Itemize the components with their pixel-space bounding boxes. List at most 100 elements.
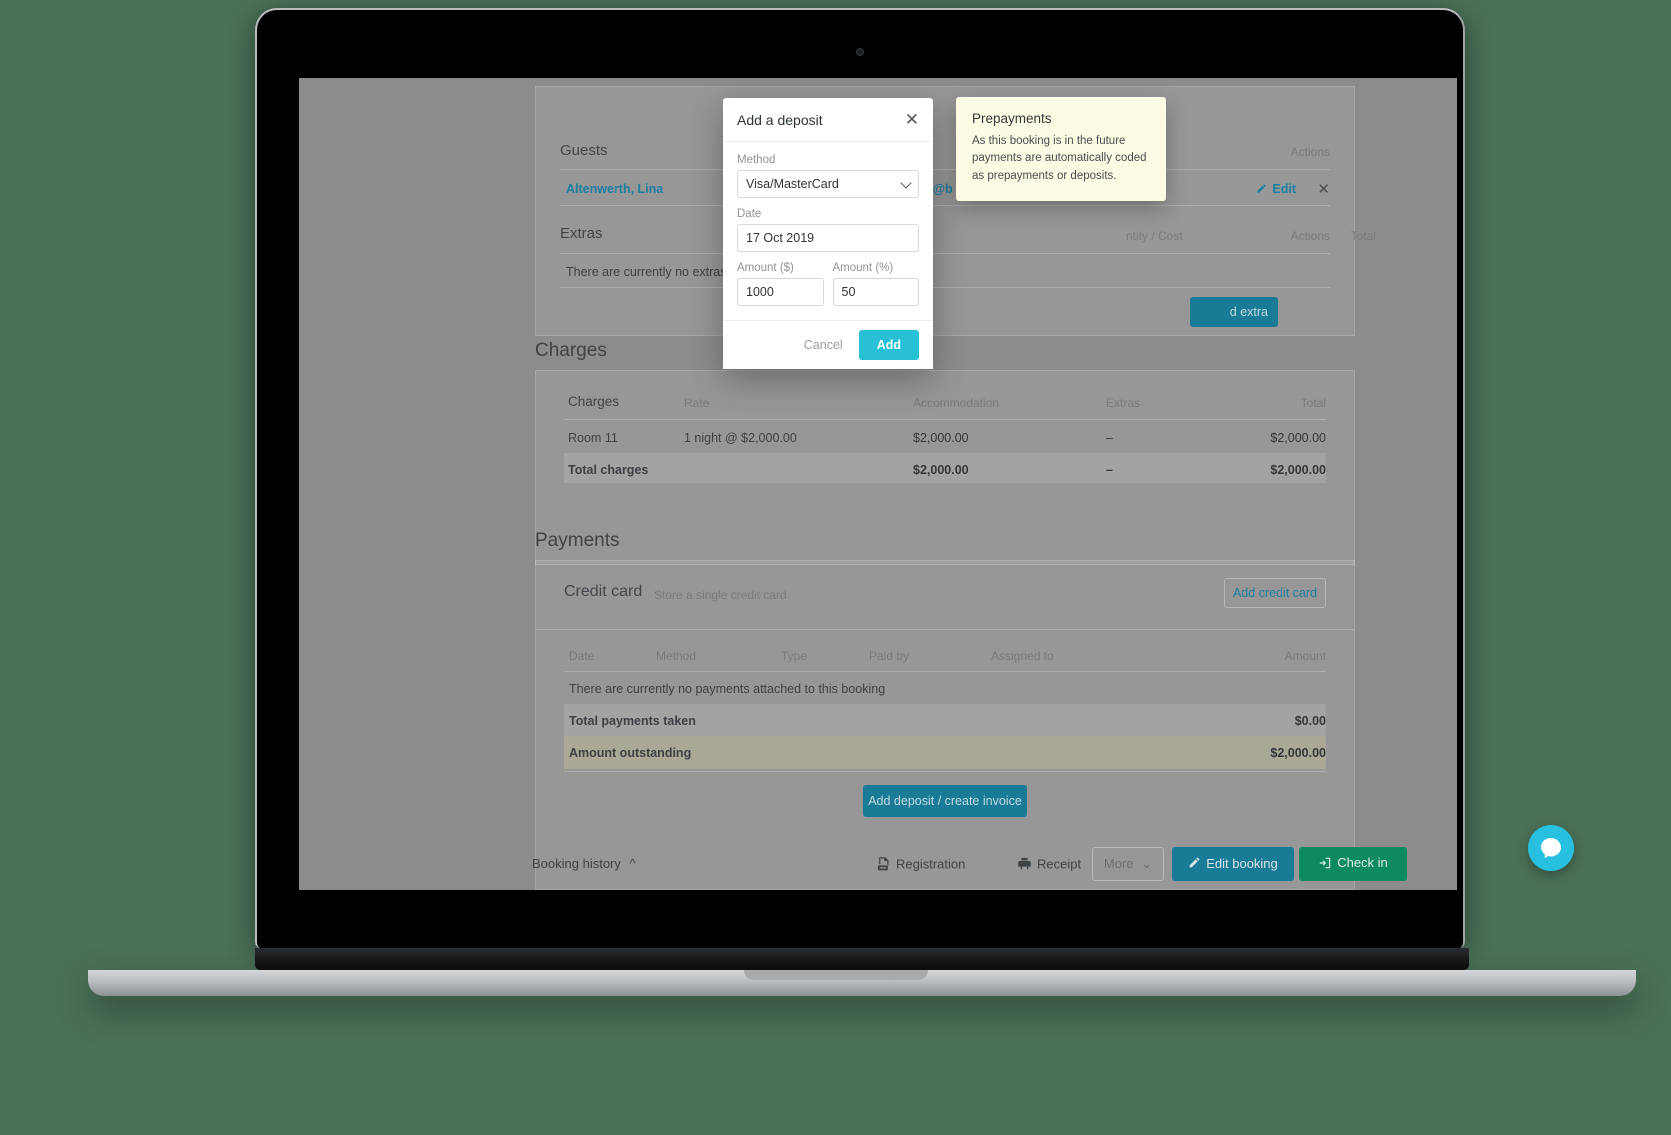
amount-dollar-group: Amount ($) 1000 xyxy=(737,262,824,306)
payments-col-paidby: Paid by xyxy=(869,649,910,663)
intercom-launcher-button[interactable] xyxy=(1528,825,1574,871)
charges-section-title: Charges xyxy=(535,340,607,361)
amount-percent-label: Amount (%) xyxy=(832,262,894,274)
add-extra-button[interactable]: d extra xyxy=(1190,297,1278,327)
prepayments-tooltip: Prepayments As this booking is in the fu… xyxy=(956,97,1166,201)
method-field-group: Method Visa/MasterCard xyxy=(737,154,919,198)
payments-empty-message: There are currently no payments attached… xyxy=(569,682,886,696)
guests-heading: Guests xyxy=(560,142,608,159)
divider xyxy=(560,287,1330,288)
check-in-label: Check in xyxy=(1337,855,1388,871)
booking-history-toggle[interactable]: Booking history ^ xyxy=(532,856,636,871)
amount-percent-group: Amount (%) 50 xyxy=(832,262,919,306)
charge-rate: 1 night @ $2,000.00 xyxy=(684,431,797,445)
date-label: Date xyxy=(737,208,762,220)
add-credit-card-button[interactable]: Add credit card xyxy=(1224,578,1326,608)
date-input[interactable]: 17 Oct 2019 xyxy=(737,224,919,252)
guests-extras-card: Guests Actions Altenwerth, Lina th@b Edi… xyxy=(535,86,1376,336)
chevron-down-icon: ⌄ xyxy=(1141,856,1153,871)
webcam-icon xyxy=(856,48,864,56)
guest-edit-button[interactable]: Edit xyxy=(1256,182,1296,197)
total-charges-extras: – xyxy=(1106,463,1113,477)
add-deposit-modal: Add a deposit ✕ Method Visa/MasterCard D… xyxy=(723,98,933,369)
payments-col-type: Type xyxy=(781,649,808,663)
guests-actions-header: Actions xyxy=(1290,145,1330,159)
payments-col-assignedto: Assigned to xyxy=(991,649,1054,663)
registration-button[interactable]: Registration xyxy=(876,856,965,874)
credit-card-subtitle: Store a single credit card xyxy=(654,588,787,602)
extras-quantity-cost-header: ntity / Cost xyxy=(1126,229,1183,243)
divider xyxy=(564,771,1326,772)
payments-section-title: Payments xyxy=(535,530,620,551)
add-button[interactable]: Add xyxy=(858,330,919,360)
method-label: Method xyxy=(737,154,776,166)
amount-dollar-label: Amount ($) xyxy=(737,262,794,274)
total-charges-total: $2,000.00 xyxy=(1270,463,1326,477)
amount-percent-input[interactable]: 50 xyxy=(832,278,919,306)
chevron-up-icon: ^ xyxy=(629,856,636,871)
check-in-button[interactable]: Check in xyxy=(1299,847,1407,881)
registration-label: Registration xyxy=(896,856,966,872)
pencil-icon xyxy=(1256,183,1267,197)
extras-heading: Extras xyxy=(560,225,603,242)
charges-card: Charges Rate Accommodation Extras Total … xyxy=(535,370,1355,565)
payments-col-date: Date xyxy=(569,649,595,663)
more-label: More xyxy=(1103,856,1134,871)
charges-col-rate: Rate xyxy=(684,396,710,410)
extras-actions-header: Actions xyxy=(1290,229,1330,243)
charge-accommodation: $2,000.00 xyxy=(913,431,969,445)
guest-remove-icon[interactable]: ✕ xyxy=(1317,180,1330,198)
divider xyxy=(536,629,1354,630)
close-icon[interactable]: ✕ xyxy=(905,111,919,128)
charge-total: $2,000.00 xyxy=(1270,431,1326,445)
modal-body: Method Visa/MasterCard Date 17 Oct 2019 … xyxy=(723,142,933,320)
divider xyxy=(564,419,1326,420)
divider xyxy=(560,205,1330,206)
laptop-notch xyxy=(743,970,928,980)
action-bar: Booking history ^ Registration Receipt M… xyxy=(299,838,1457,890)
tooltip-body: As this booking is in the future payment… xyxy=(972,135,1147,182)
method-select[interactable]: Visa/MasterCard xyxy=(737,170,919,198)
guest-name-link[interactable]: Altenwerth, Lina xyxy=(566,182,663,196)
date-field-group: Date 17 Oct 2019 xyxy=(737,208,919,252)
guest-edit-label: Edit xyxy=(1272,182,1296,196)
total-charges-label: Total charges xyxy=(568,463,649,477)
divider xyxy=(560,169,1330,170)
charge-room: Room 11 xyxy=(568,431,618,445)
add-deposit-create-invoice-button[interactable]: Add deposit / create invoice xyxy=(863,785,1027,817)
browser-viewport: Guests Actions Altenwerth, Lina th@b Edi… xyxy=(299,78,1457,890)
edit-booking-label: Edit booking xyxy=(1206,855,1278,871)
charges-col-charges: Charges xyxy=(568,394,620,409)
amount-dollar-input[interactable]: 1000 xyxy=(737,278,824,306)
chat-icon xyxy=(1541,838,1561,858)
cancel-button[interactable]: Cancel xyxy=(792,331,855,359)
amount-outstanding-label: Amount outstanding xyxy=(569,746,692,760)
amount-row: Amount ($) 1000 Amount (%) 50 xyxy=(737,262,919,306)
tooltip-title: Prepayments xyxy=(972,111,1052,126)
charges-col-extras: Extras xyxy=(1106,396,1141,410)
payments-col-method: Method xyxy=(656,649,697,663)
charge-extras: – xyxy=(1106,431,1113,445)
registration-icon xyxy=(876,856,891,874)
charges-col-total: Total xyxy=(1300,396,1326,410)
modal-title: Add a deposit xyxy=(737,111,823,128)
check-in-icon xyxy=(1318,856,1332,873)
edit-booking-button[interactable]: Edit booking xyxy=(1172,847,1294,881)
pencil-icon xyxy=(1188,856,1201,872)
total-charges-accommodation: $2,000.00 xyxy=(913,463,969,477)
credit-card-title: Credit card xyxy=(564,583,643,600)
total-payments-label: Total payments taken xyxy=(569,714,696,728)
printer-icon xyxy=(1017,856,1032,874)
more-dropdown-button[interactable]: More ⌄ xyxy=(1092,847,1164,881)
payments-col-amount: Amount xyxy=(1284,649,1326,663)
receipt-button[interactable]: Receipt xyxy=(1017,856,1081,874)
receipt-label: Receipt xyxy=(1037,856,1082,872)
amount-outstanding-value: $2,000.00 xyxy=(1270,746,1326,760)
modal-footer: Cancel Add xyxy=(723,320,933,369)
divider xyxy=(560,253,1330,254)
booking-history-label: Booking history xyxy=(532,856,621,871)
method-select-wrapper: Visa/MasterCard xyxy=(737,170,919,198)
total-payments-value: $0.00 xyxy=(1294,714,1326,728)
charges-col-accommodation: Accommodation xyxy=(913,396,1000,410)
laptop-base xyxy=(255,948,1469,970)
